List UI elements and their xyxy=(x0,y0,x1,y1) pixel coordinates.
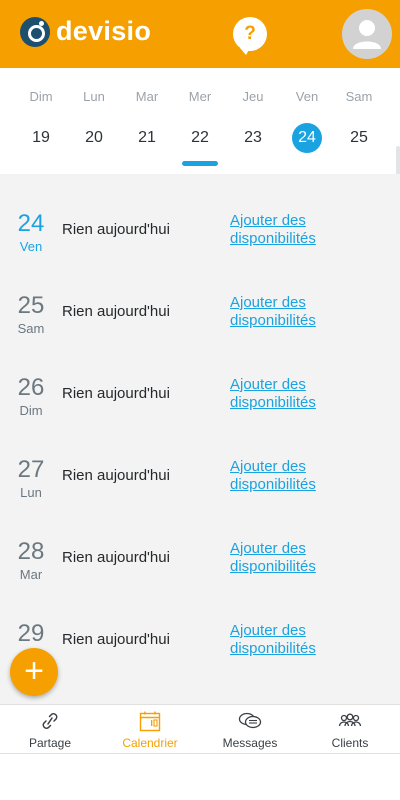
plus-icon: + xyxy=(24,652,44,690)
agenda-date-number: 27 xyxy=(17,456,45,483)
week-day-saturday[interactable]: Sam 25 xyxy=(333,68,385,168)
agenda-list: 24 Ven Rien aujourd'hui Ajouter des disp… xyxy=(0,174,400,704)
calendar-icon xyxy=(139,711,161,732)
add-availability-link[interactable]: Ajouter des disponibilités xyxy=(230,540,350,576)
week-day-name: Ven xyxy=(295,89,319,104)
brand-logo[interactable]: devisio xyxy=(20,16,151,47)
week-day-friday[interactable]: Ven 24 xyxy=(281,68,333,168)
week-day-number: 23 xyxy=(244,129,262,146)
agenda-date-number: 26 xyxy=(17,374,45,401)
devisio-logo-icon xyxy=(20,16,50,47)
nav-item-clients[interactable]: Clients xyxy=(300,705,400,755)
week-day-number: 20 xyxy=(85,129,103,146)
agenda-empty-text: Rien aujourd'hui xyxy=(62,467,170,484)
agenda-date-number: 24 xyxy=(17,210,45,237)
week-day-number-selected: 24 xyxy=(292,123,322,153)
agenda-date-number: 28 xyxy=(17,538,45,565)
help-button[interactable]: ? xyxy=(233,17,267,55)
chat-icon xyxy=(238,712,262,729)
week-day-name: Mar xyxy=(135,89,159,104)
week-day-name: Lun xyxy=(83,89,105,104)
agenda-row: 28 Mar Rien aujourd'hui Ajouter des disp… xyxy=(0,538,400,620)
link-icon xyxy=(42,713,58,729)
week-day-number: 25 xyxy=(350,129,368,146)
week-day-sunday[interactable]: Dim 19 xyxy=(15,68,67,168)
agenda-row: 25 Sam Rien aujourd'hui Ajouter des disp… xyxy=(0,292,400,374)
add-button[interactable]: + xyxy=(10,648,58,696)
nav-item-partage[interactable]: Partage xyxy=(0,705,100,755)
agenda-empty-text: Rien aujourd'hui xyxy=(62,385,170,402)
user-icon xyxy=(353,20,381,49)
users-icon xyxy=(338,713,362,727)
agenda-date-day: Mar xyxy=(19,567,43,582)
week-day-monday[interactable]: Lun 20 xyxy=(68,68,120,168)
add-availability-link[interactable]: Ajouter des disponibilités xyxy=(230,376,350,412)
week-day-tuesday[interactable]: Mar 21 xyxy=(121,68,173,168)
avatar[interactable] xyxy=(342,9,392,59)
add-availability-link[interactable]: Ajouter des disponibilités xyxy=(230,212,350,248)
week-day-wednesday[interactable]: Mer 22 xyxy=(174,68,226,168)
agenda-empty-text: Rien aujourd'hui xyxy=(62,549,170,566)
app-header: devisio ? xyxy=(0,0,400,68)
agenda-date-day: Sam xyxy=(17,321,45,336)
week-day-number: 22 xyxy=(191,129,209,146)
agenda-date-number: 25 xyxy=(17,292,45,319)
week-day-name: Dim xyxy=(29,89,53,104)
agenda-date-day: Lun xyxy=(20,485,42,500)
brand-name: devisio xyxy=(56,16,152,46)
week-strip: Dim 19 Lun 20 Mar 21 Mer 22 Jeu 23 Ven 2… xyxy=(0,68,400,174)
agenda-date-day: Dim xyxy=(19,403,43,418)
agenda-empty-text: Rien aujourd'hui xyxy=(62,221,170,238)
agenda-row: 27 Lun Rien aujourd'hui Ajouter des disp… xyxy=(0,456,400,538)
week-day-number: 19 xyxy=(32,129,50,146)
nav-label: Clients xyxy=(331,736,369,750)
help-icon: ? xyxy=(244,23,256,44)
nav-label: Messages xyxy=(222,736,278,750)
add-availability-link[interactable]: Ajouter des disponibilités xyxy=(230,294,350,330)
agenda-row: 29 Rien aujourd'hui Ajouter des disponib… xyxy=(0,620,400,702)
agenda-empty-text: Rien aujourd'hui xyxy=(62,631,170,648)
add-availability-link[interactable]: Ajouter des disponibilités xyxy=(230,622,350,658)
agenda-row: 26 Dim Rien aujourd'hui Ajouter des disp… xyxy=(0,374,400,456)
week-day-number: 21 xyxy=(138,129,156,146)
agenda-row: 24 Ven Rien aujourd'hui Ajouter des disp… xyxy=(0,210,400,292)
app-screen: devisio ? Dim 19 Lun 20 Mar 21 Mer 22 Je… xyxy=(0,0,400,800)
nav-item-calendrier[interactable]: Calendrier xyxy=(100,705,200,755)
week-day-name: Mer xyxy=(188,89,212,104)
bottom-navigation: Partage Calendrier Messages Clients xyxy=(0,704,400,754)
week-day-name: Jeu xyxy=(242,89,264,104)
week-day-name: Sam xyxy=(345,89,373,104)
agenda-date-day: Ven xyxy=(19,239,43,254)
agenda-date-number: 29 xyxy=(17,620,45,647)
nav-label: Calendrier xyxy=(122,736,178,750)
week-day-thursday[interactable]: Jeu 23 xyxy=(227,68,279,168)
current-week-indicator xyxy=(182,161,218,166)
nav-item-messages[interactable]: Messages xyxy=(200,705,300,755)
add-availability-link[interactable]: Ajouter des disponibilités xyxy=(230,458,350,494)
nav-label: Partage xyxy=(28,736,72,750)
agenda-empty-text: Rien aujourd'hui xyxy=(62,303,170,320)
